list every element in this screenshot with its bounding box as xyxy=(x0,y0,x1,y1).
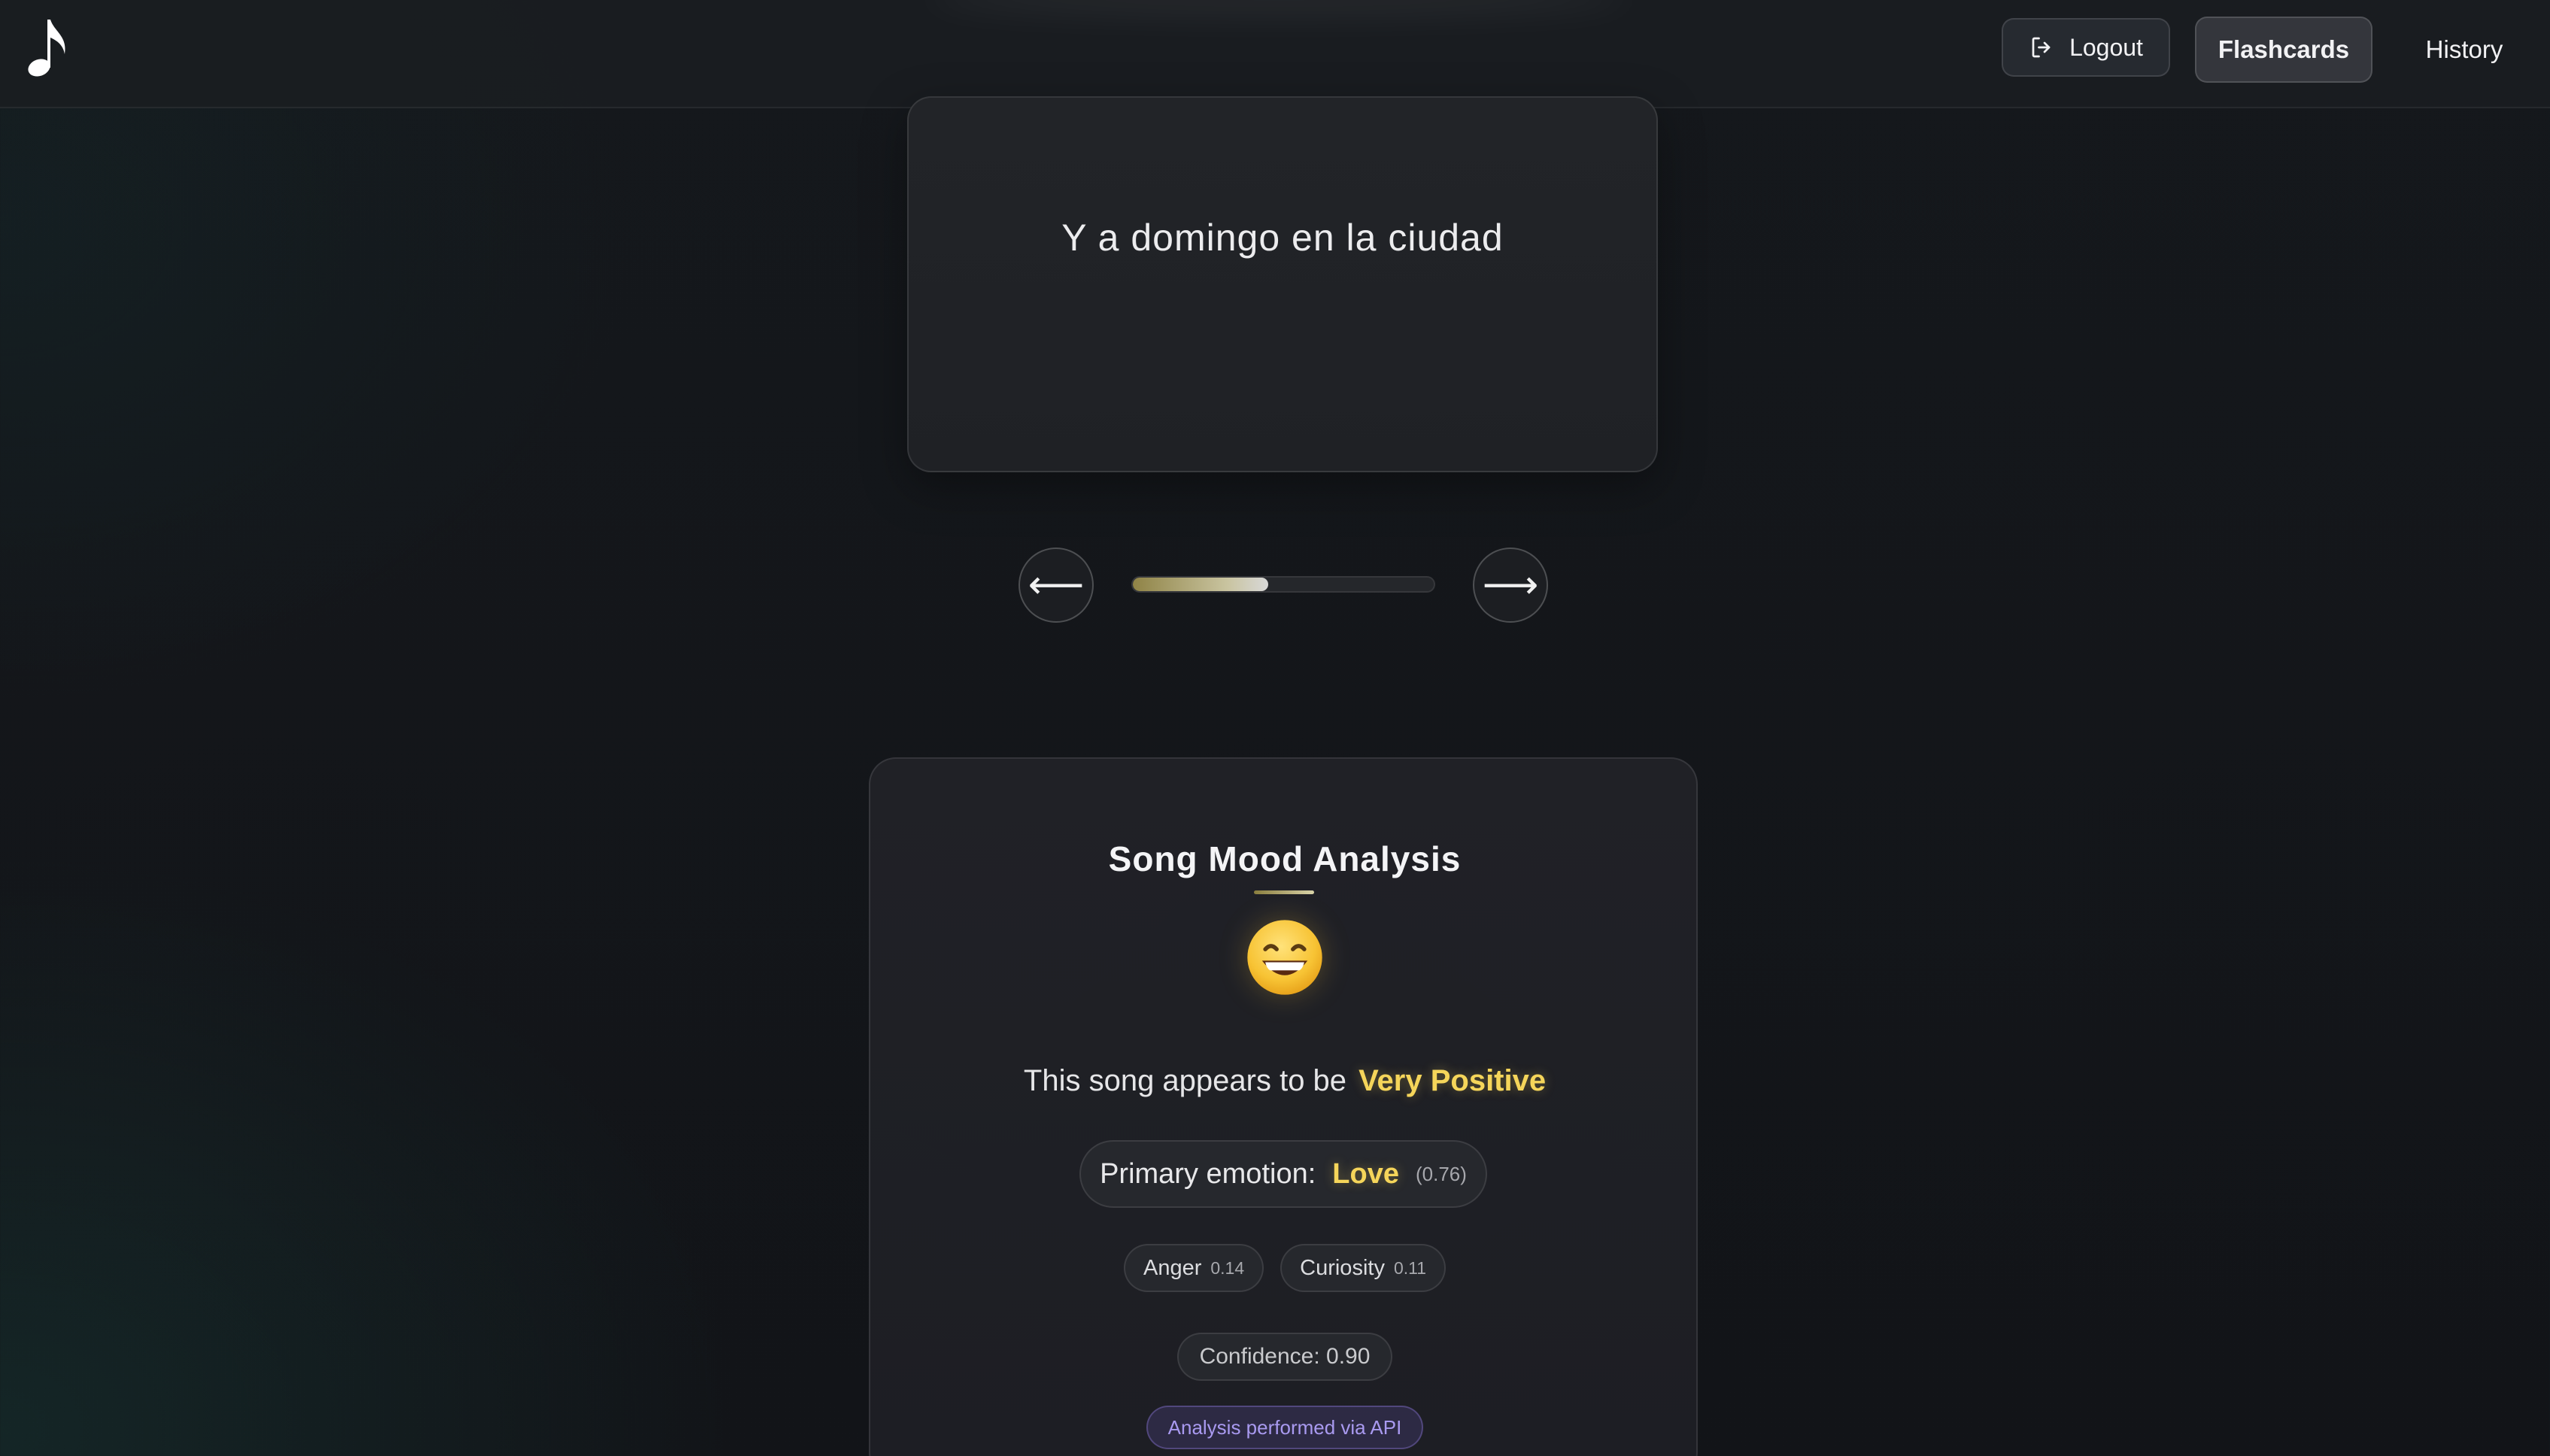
emotion-chip-score: 0.14 xyxy=(1210,1257,1245,1278)
logout-button[interactable]: Logout xyxy=(2002,18,2170,77)
grinning-face-icon xyxy=(1247,920,1322,995)
emotion-chip: Curiosity 0.11 xyxy=(1280,1244,1447,1292)
sentiment-prefix: This song appears to be xyxy=(1023,1064,1347,1097)
flashcard[interactable]: Y a domingo en la ciudad xyxy=(907,96,1658,472)
primary-emotion-value: Love xyxy=(1332,1157,1399,1190)
analysis-source-badge: Analysis performed via API xyxy=(1146,1406,1423,1449)
confidence-badge: Confidence: 0.90 xyxy=(1177,1333,1392,1381)
history-tab[interactable]: History xyxy=(2400,17,2529,83)
arrow-right-icon: ⟶ xyxy=(1482,563,1539,607)
emotion-chip-score: 0.11 xyxy=(1393,1257,1427,1278)
music-note-icon[interactable] xyxy=(26,15,71,83)
arrow-left-icon: ⟵ xyxy=(1028,563,1085,607)
next-card-button[interactable]: ⟶ xyxy=(1473,548,1548,623)
logout-label: Logout xyxy=(2069,33,2143,61)
previous-card-button[interactable]: ⟵ xyxy=(1018,548,1094,623)
header-glow xyxy=(925,0,1632,15)
title-underline xyxy=(1254,890,1314,894)
flashcards-tab[interactable]: Flashcards xyxy=(2195,17,2372,83)
sentiment-value: Very Positive xyxy=(1358,1064,1547,1097)
primary-emotion-score: (0.76) xyxy=(1415,1162,1467,1185)
mood-analysis-title: Song Mood Analysis xyxy=(1108,839,1462,878)
song-mood-analysis-card: Song Mood Analysis This song appears to … xyxy=(869,757,1698,1456)
flashcards-label: Flashcards xyxy=(2218,35,2350,63)
emotion-chip: Anger 0.14 xyxy=(1123,1244,1264,1292)
history-label: History xyxy=(2425,35,2503,63)
primary-emotion-pill: Primary emotion: Love (0.76) xyxy=(1079,1140,1487,1208)
top-navigation-bar: Logout Flashcards History xyxy=(0,0,2550,108)
emotion-chip-name: Curiosity xyxy=(1300,1255,1385,1280)
emotion-chip-name: Anger xyxy=(1143,1255,1202,1280)
flashcard-text: Y a domingo en la ciudad xyxy=(1061,217,1504,259)
sentiment-summary: This song appears to be Very Positive xyxy=(870,1064,1699,1098)
card-progress-bar xyxy=(1131,576,1435,593)
logout-icon xyxy=(2032,37,2051,58)
secondary-emotions: Anger 0.14 Curiosity 0.11 xyxy=(870,1244,1699,1292)
card-progress-fill xyxy=(1133,578,1268,591)
primary-emotion-label: Primary emotion: xyxy=(1100,1157,1316,1190)
